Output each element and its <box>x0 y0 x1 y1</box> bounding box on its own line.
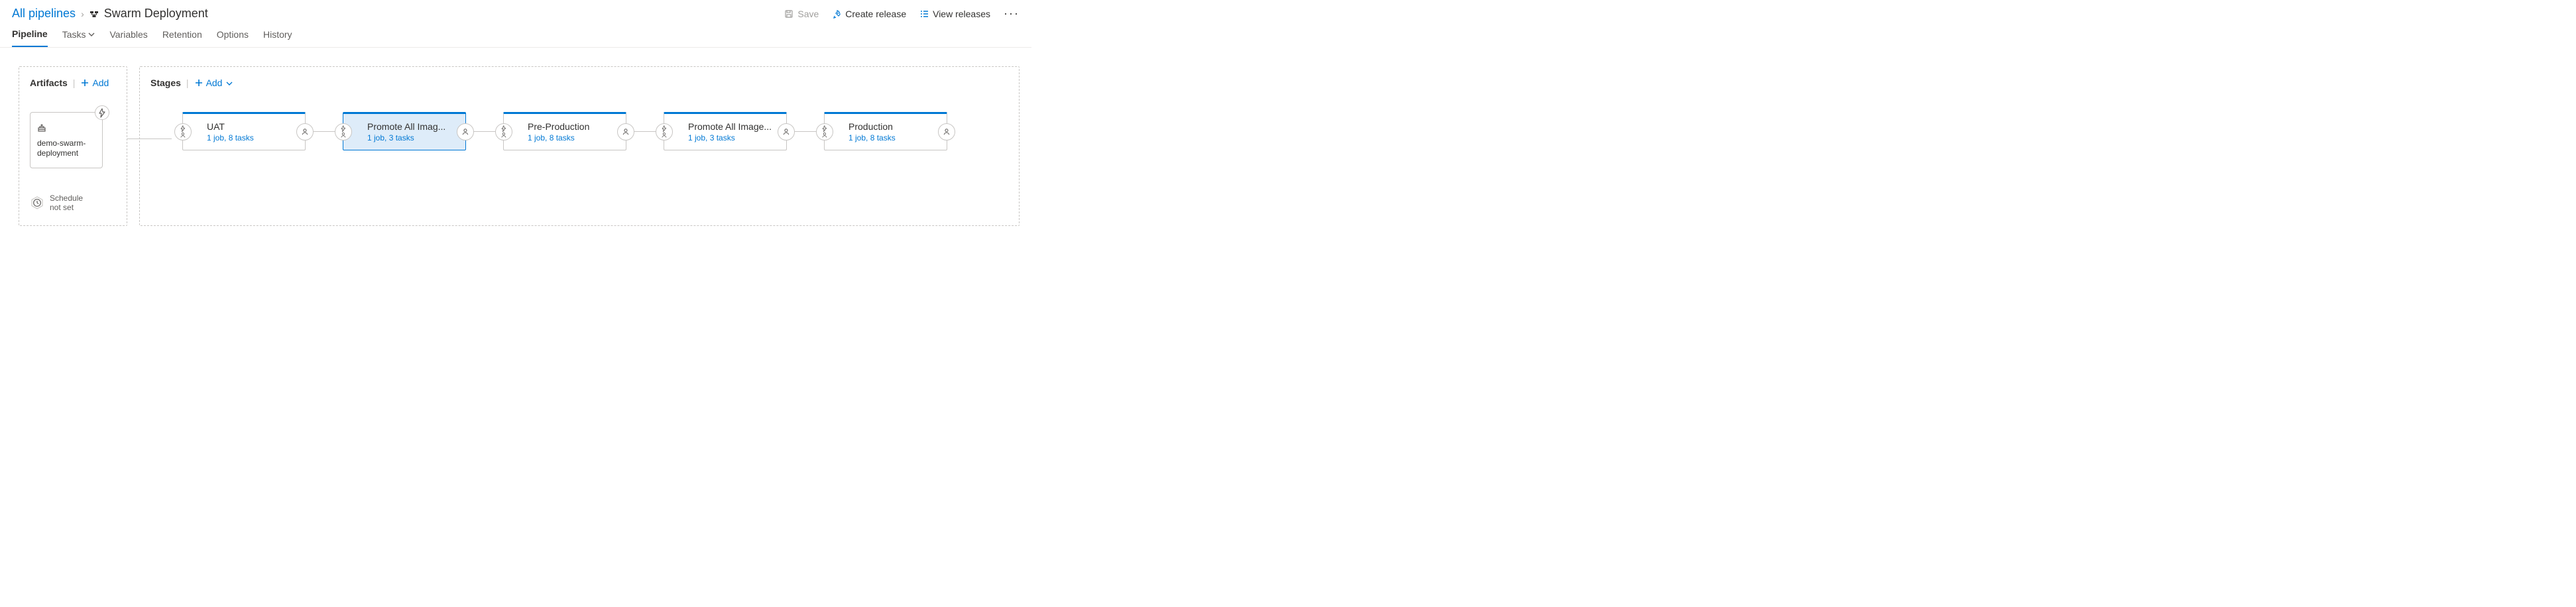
tab-tasks[interactable]: Tasks <box>62 28 95 47</box>
artifact-trigger-button[interactable] <box>95 105 109 120</box>
stage-jobs-link[interactable]: 1 job, 8 tasks <box>207 133 254 142</box>
person-icon <box>782 128 790 136</box>
connector <box>127 138 139 139</box>
bolt-icon <box>97 108 107 117</box>
plus-icon <box>80 78 89 87</box>
stage-jobs-link[interactable]: 1 job, 3 tasks <box>367 133 445 142</box>
person-icon <box>943 128 951 136</box>
stage-name: UAT <box>207 121 254 133</box>
person-icon <box>821 132 828 138</box>
post-deployment-button[interactable] <box>457 123 474 140</box>
stage-card[interactable]: Promote All Imag...1 job, 3 tasks <box>343 112 466 150</box>
person-icon <box>622 128 630 136</box>
breadcrumb-all-pipelines[interactable]: All pipelines <box>12 7 76 21</box>
post-deployment-button[interactable] <box>938 123 955 140</box>
stage-name: Pre-Production <box>528 121 589 133</box>
add-stage-button[interactable]: Add <box>194 78 233 88</box>
bolt-icon <box>340 125 347 132</box>
stage-card[interactable]: Promote All Image...1 job, 3 tasks <box>664 112 787 150</box>
clock-icon <box>30 195 44 210</box>
breadcrumb: All pipelines › Swarm Deployment <box>12 7 208 21</box>
stages-panel: Stages | Add UAT1 job, 8 tasksPromote Al… <box>139 66 1020 226</box>
chevron-right-icon: › <box>81 9 84 19</box>
create-release-button[interactable]: Create release <box>832 9 906 19</box>
list-icon <box>919 9 929 19</box>
plus-icon <box>194 78 204 87</box>
tab-pipeline[interactable]: Pipeline <box>12 28 48 47</box>
pre-deployment-button[interactable] <box>495 123 512 140</box>
post-deployment-button[interactable] <box>778 123 795 140</box>
bolt-icon <box>500 125 507 132</box>
artifacts-panel: Artifacts | Add demo-swarm-deployment Sc… <box>19 66 127 226</box>
connector <box>140 138 172 139</box>
person-icon <box>500 132 507 138</box>
post-deployment-button[interactable] <box>617 123 634 140</box>
view-releases-button[interactable]: View releases <box>919 9 990 19</box>
add-artifact-button[interactable]: Add <box>80 78 109 88</box>
page-title: Swarm Deployment <box>104 7 208 21</box>
tab-variables[interactable]: Variables <box>109 28 147 47</box>
post-deployment-button[interactable] <box>296 123 314 140</box>
bolt-icon <box>661 125 668 132</box>
pipeline-icon <box>89 9 99 19</box>
person-icon <box>180 132 186 138</box>
more-actions-button[interactable]: ··· <box>1004 7 1020 21</box>
pre-deployment-button[interactable] <box>816 123 833 140</box>
tab-retention[interactable]: Retention <box>162 28 202 47</box>
artifacts-heading: Artifacts <box>30 78 68 88</box>
stage-name: Production <box>849 121 896 133</box>
rocket-icon <box>832 9 841 19</box>
person-icon <box>301 128 309 136</box>
stage-jobs-link[interactable]: 1 job, 8 tasks <box>849 133 896 142</box>
person-icon <box>340 132 347 138</box>
stage-jobs-link[interactable]: 1 job, 8 tasks <box>528 133 589 142</box>
stage-name: Promote All Imag... <box>367 121 445 133</box>
person-icon <box>661 132 668 138</box>
stage-card[interactable]: UAT1 job, 8 tasks <box>182 112 306 150</box>
stage-card[interactable]: Production1 job, 8 tasks <box>824 112 947 150</box>
schedule-status[interactable]: Schedule not set <box>30 193 116 212</box>
chevron-down-icon <box>88 31 95 38</box>
chevron-down-icon <box>225 79 233 87</box>
save-icon <box>784 9 793 19</box>
tab-options[interactable]: Options <box>217 28 249 47</box>
stage-jobs-link[interactable]: 1 job, 3 tasks <box>688 133 772 142</box>
bolt-icon <box>821 125 828 132</box>
tab-history[interactable]: History <box>263 28 292 47</box>
header-actions: Save Create release View releases ··· <box>784 7 1020 21</box>
stage-card[interactable]: Pre-Production1 job, 8 tasks <box>503 112 626 150</box>
artifact-card[interactable]: demo-swarm-deployment <box>30 112 103 168</box>
pre-deployment-button[interactable] <box>174 123 192 140</box>
save-button: Save <box>784 9 819 19</box>
tabs: Pipeline Tasks Variables Retention Optio… <box>0 21 1031 48</box>
build-icon <box>37 123 95 135</box>
pre-deployment-button[interactable] <box>656 123 673 140</box>
pre-deployment-button[interactable] <box>335 123 352 140</box>
bolt-icon <box>180 125 186 132</box>
stage-name: Promote All Image... <box>688 121 772 133</box>
person-icon <box>461 128 469 136</box>
artifact-name: demo-swarm-deployment <box>37 138 95 158</box>
stages-heading: Stages <box>150 78 181 88</box>
